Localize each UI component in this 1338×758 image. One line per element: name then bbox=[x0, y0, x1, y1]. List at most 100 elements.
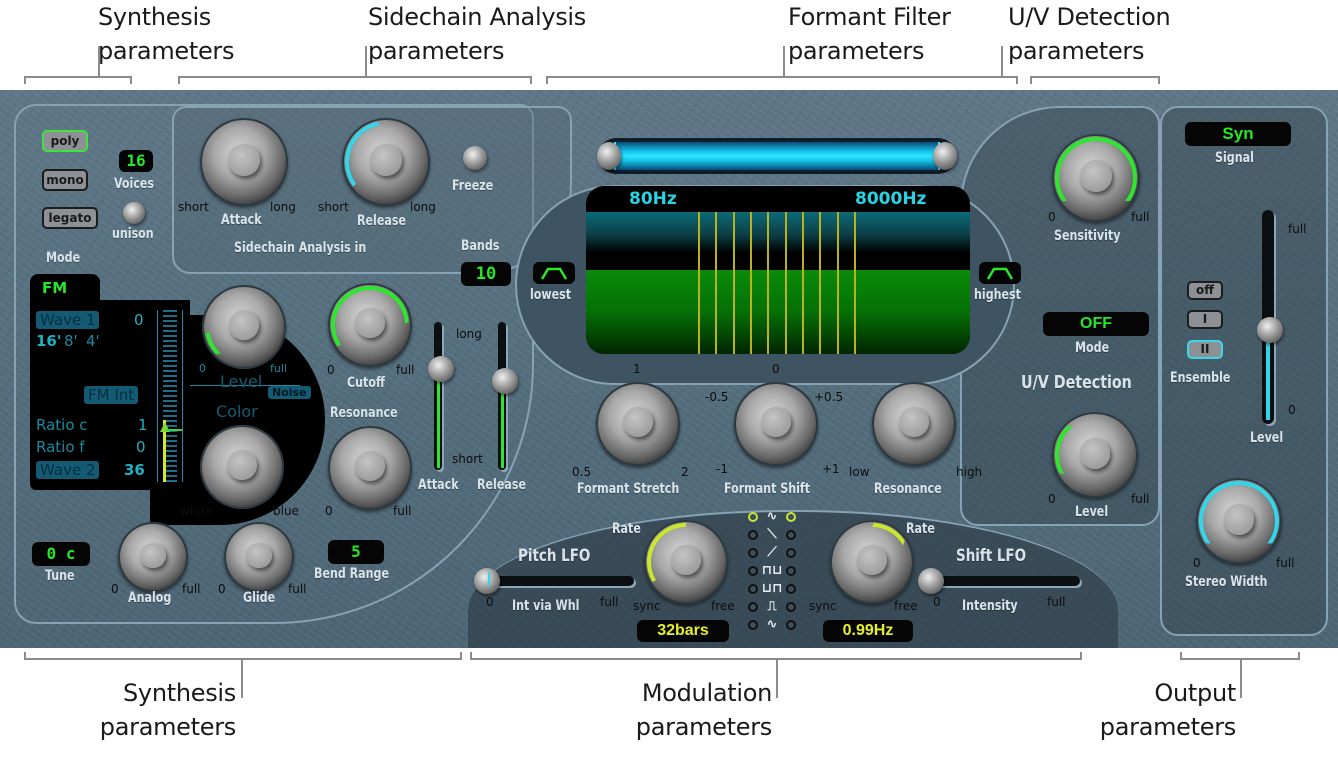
annotation-uv: U/V Detection parameters bbox=[1008, 3, 1171, 65]
shift-lfo-wave-select[interactable] bbox=[786, 620, 796, 630]
env-release-fill bbox=[501, 388, 504, 468]
shift-lfo-rate-knob[interactable] bbox=[830, 520, 914, 604]
wave1-button[interactable]: Wave 1 bbox=[36, 311, 100, 329]
footage-8[interactable]: 8' bbox=[64, 332, 78, 350]
sensitivity-knob[interactable] bbox=[1052, 134, 1140, 222]
env-attack-handle[interactable] bbox=[428, 356, 454, 382]
output-level-handle[interactable] bbox=[1257, 317, 1283, 343]
formant-display bbox=[586, 186, 970, 354]
formant-band-line bbox=[802, 212, 804, 354]
shift-neg-half: -0.5 bbox=[705, 390, 729, 404]
voices-display[interactable]: 16 bbox=[119, 150, 153, 172]
analog-max: full bbox=[182, 582, 201, 596]
lowest-label: lowest bbox=[530, 287, 572, 303]
formant-resonance-knob[interactable] bbox=[872, 382, 956, 466]
stereo-width-knob[interactable] bbox=[1196, 478, 1282, 564]
mode-mono-button[interactable]: mono bbox=[42, 169, 88, 191]
mode-poly-button[interactable]: poly bbox=[42, 130, 88, 152]
pitch-lfo-wave-select[interactable] bbox=[748, 620, 758, 630]
color-min: white bbox=[180, 504, 213, 518]
analog-knob[interactable] bbox=[118, 522, 188, 592]
annotation-bracket-synthesis-top bbox=[24, 76, 132, 84]
pitch-lfo-rate-min: sync bbox=[633, 599, 661, 613]
stereo-width-label: Stereo Width bbox=[1185, 574, 1268, 590]
pitch-lfo-wave-select[interactable] bbox=[748, 566, 758, 576]
square-wave-icon: ⊓⊔ bbox=[761, 563, 783, 578]
footage-16[interactable]: 16' bbox=[36, 332, 61, 350]
cutoff-label: Cutoff bbox=[347, 375, 385, 391]
formant-stretch-knob[interactable] bbox=[596, 382, 680, 466]
tune-label: Tune bbox=[45, 568, 75, 584]
ensemble-i-button[interactable]: I bbox=[1187, 310, 1223, 329]
glide-knob[interactable] bbox=[224, 522, 294, 592]
shift-lfo-int-slider[interactable] bbox=[922, 576, 1080, 586]
uv-mode-display[interactable]: OFF bbox=[1043, 312, 1149, 336]
shift-lfo-wave-select[interactable] bbox=[786, 566, 796, 576]
pitch-lfo-int-handle[interactable] bbox=[474, 568, 500, 594]
formant-display-upper bbox=[586, 212, 970, 270]
pitch-lfo-wave-select[interactable] bbox=[748, 512, 758, 522]
wave1-value[interactable]: 0 bbox=[134, 311, 144, 329]
shift-lfo-wave-select[interactable] bbox=[786, 530, 796, 540]
cutoff-max: full bbox=[396, 363, 415, 377]
sidechain-attack-knob[interactable] bbox=[200, 118, 288, 206]
sidechain-release-knob[interactable] bbox=[342, 118, 430, 206]
shift-lfo-wave-select[interactable] bbox=[786, 584, 796, 594]
formant-shift-knob[interactable] bbox=[734, 382, 818, 466]
shift-lfo-rate-display[interactable]: 0.99Hz bbox=[823, 620, 913, 642]
env-attack-fill bbox=[437, 378, 440, 468]
bend-range-display[interactable]: 5 bbox=[328, 540, 384, 564]
ratio-f-value[interactable]: 0 bbox=[136, 438, 146, 456]
formant-band-line bbox=[698, 212, 700, 354]
signal-label: Signal bbox=[1215, 150, 1254, 166]
wave2-button[interactable]: Wave 2 bbox=[36, 461, 100, 479]
pitch-lfo-int-slider[interactable] bbox=[484, 576, 634, 586]
pitch-lfo-int-label: Int via Whl bbox=[512, 598, 580, 614]
pitch-lfo-wave-select[interactable] bbox=[748, 548, 758, 558]
formant-band-line bbox=[836, 212, 839, 354]
shift-lfo-int-handle[interactable] bbox=[918, 568, 944, 594]
fm-int-meter[interactable] bbox=[157, 310, 183, 482]
pitch-lfo-wave-select[interactable] bbox=[748, 530, 758, 540]
formant-high-handle[interactable] bbox=[933, 142, 957, 170]
shift-lfo-wave-select[interactable] bbox=[786, 548, 796, 558]
ensemble-ii-button[interactable]: II bbox=[1187, 340, 1223, 359]
mode-label: Mode bbox=[46, 250, 81, 266]
tune-display[interactable]: 0 c bbox=[32, 542, 90, 566]
pitch-lfo-rate-knob[interactable] bbox=[644, 520, 728, 604]
shift-mid: 0 bbox=[772, 362, 780, 376]
pitch-lfo-int-max: full bbox=[600, 595, 619, 609]
ratio-f-label: Ratio f bbox=[36, 438, 85, 456]
uv-level-label: Level bbox=[1075, 504, 1109, 520]
freeze-button[interactable] bbox=[463, 146, 487, 170]
pitch-lfo-wave-select[interactable] bbox=[748, 602, 758, 612]
level-min: 0 bbox=[199, 362, 206, 375]
unison-button[interactable] bbox=[123, 202, 145, 224]
bands-display[interactable]: 10 bbox=[461, 262, 511, 286]
cutoff-knob[interactable] bbox=[328, 283, 412, 367]
shift-lfo-rate-label: Rate bbox=[906, 521, 935, 537]
noise-color-knob[interactable] bbox=[200, 425, 284, 509]
formant-low-handle[interactable] bbox=[597, 142, 621, 170]
color-max: blue bbox=[273, 504, 299, 518]
signal-display[interactable]: Syn bbox=[1185, 122, 1291, 146]
highest-filter-button[interactable] bbox=[979, 262, 1021, 284]
uv-level-knob[interactable] bbox=[1052, 412, 1138, 498]
mode-legato-button[interactable]: legato bbox=[42, 207, 98, 229]
annotation-stem bbox=[1240, 660, 1242, 698]
shift-lfo-wave-select[interactable] bbox=[786, 602, 796, 612]
footage-4[interactable]: 4' bbox=[86, 332, 100, 350]
env-release-handle[interactable] bbox=[492, 368, 518, 394]
resonance-knob[interactable] bbox=[328, 426, 412, 510]
wave2-value[interactable]: 36 bbox=[124, 461, 145, 479]
ratio-c-value[interactable]: 1 bbox=[138, 416, 148, 434]
pitch-lfo-wave-select[interactable] bbox=[748, 584, 758, 594]
shift-lfo-wave-select[interactable] bbox=[786, 512, 796, 522]
noise-level-knob[interactable] bbox=[202, 285, 286, 369]
ensemble-off-button[interactable]: off bbox=[1187, 281, 1223, 300]
formant-resonance-max: high bbox=[956, 465, 983, 479]
lowest-filter-button[interactable] bbox=[533, 262, 575, 284]
pitch-lfo-rate-display[interactable]: 32bars bbox=[637, 620, 729, 642]
glide-label: Glide bbox=[243, 590, 276, 606]
annotation-bracket-synthesis-bottom bbox=[24, 652, 462, 660]
